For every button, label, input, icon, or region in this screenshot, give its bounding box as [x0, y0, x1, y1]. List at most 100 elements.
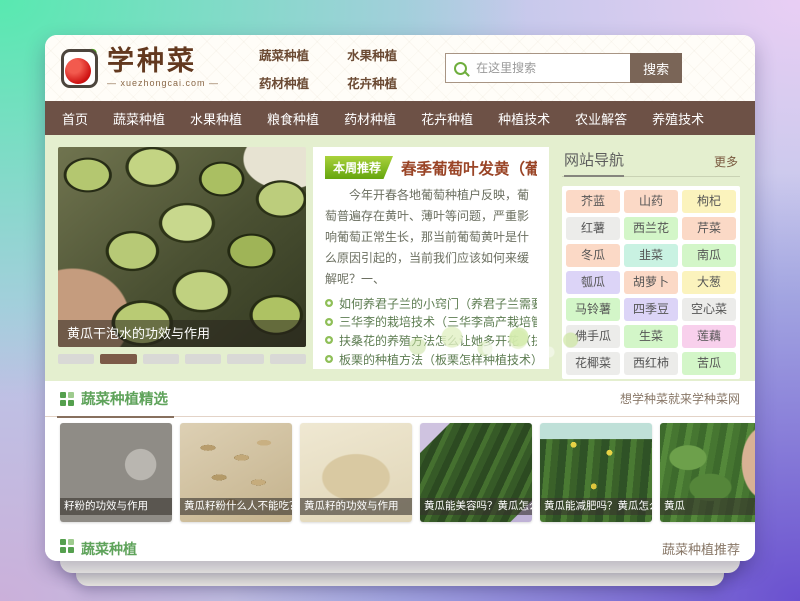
tag-hugua[interactable]: 瓠瓜 [566, 271, 620, 294]
thumb-cucumber-partial[interactable]: 黄瓜 [660, 423, 755, 522]
thumb-caption: 黄瓜籽粉什么人不能吃？黄 [180, 498, 292, 515]
vegetable-tag-grid: 芥蓝 山药 枸杞 红薯 西兰花 芹菜 冬瓜 韭菜 南瓜 瓠瓜 胡萝卜 大葱 马铃… [562, 186, 740, 379]
tag-kugua[interactable]: 苦瓜 [682, 352, 736, 375]
page-background: 学种菜 — xuezhongcai.com — 蔬菜种植 水果种植 药材种植 花… [0, 0, 800, 601]
flower-bullet-icon [325, 355, 333, 363]
nav-item-grain[interactable]: 粮食种植 [267, 109, 319, 128]
nav-item-flower[interactable]: 花卉种植 [421, 109, 473, 128]
nav-item-breeding[interactable]: 养殖技术 [652, 109, 704, 128]
carousel-image-dried-cucumber[interactable]: 黄瓜干泡水的功效与作用 [58, 147, 306, 347]
tag-qincai[interactable]: 芹菜 [682, 217, 736, 240]
carousel-dot-6[interactable] [270, 354, 306, 364]
nav-item-fruit[interactable]: 水果种植 [190, 109, 242, 128]
list-item[interactable]: 扶桑花的养殖方法怎么让她多开花（扶桑花花期怎么 [325, 331, 537, 350]
nav-item-technique[interactable]: 种植技术 [498, 109, 550, 128]
sidebar-header: 网站导航 更多 [562, 149, 740, 177]
thumb-caption: 黄瓜 [660, 498, 755, 515]
picks-section-title: 蔬菜种植精选 [81, 388, 168, 418]
picks-section-header: 蔬菜种植精选 想学种菜就来学种菜网 [45, 381, 755, 417]
article-link[interactable]: 三华李的栽培技术（三华李高产栽培管理技术） [339, 313, 537, 330]
article-link[interactable]: 如何养君子兰的小窍门（养君子兰需要注意什么） [339, 295, 537, 312]
tag-donggua[interactable]: 冬瓜 [566, 244, 620, 267]
quick-link-flower[interactable]: 花卉种植 [347, 73, 397, 92]
featured-article-title[interactable]: 春季葡萄叶发黄（葡萄成熟期 [401, 157, 537, 179]
quick-link-fruit[interactable]: 水果种植 [347, 45, 397, 64]
search-input[interactable] [474, 60, 622, 76]
carousel-dot-1[interactable] [58, 354, 94, 364]
thumb-caption: 黄瓜能减肥吗？黄瓜怎么吃 [540, 498, 652, 515]
flower-bullet-icon [325, 299, 333, 307]
site-header: 学种菜 — xuezhongcai.com — 蔬菜种植 水果种植 药材种植 花… [45, 35, 755, 101]
search-button[interactable]: 搜索 [630, 53, 682, 83]
sidebar-more-link[interactable]: 更多 [714, 153, 738, 176]
tag-huayecai[interactable]: 花椰菜 [566, 352, 620, 375]
grid-icon [60, 392, 74, 406]
tag-hongshu[interactable]: 红薯 [566, 217, 620, 240]
featured-article-header: 本周推荐 春季葡萄叶发黄（葡萄成熟期 [325, 156, 537, 179]
thumb-cucumber-seed-powder[interactable]: 籽粉的功效与作用 [60, 423, 172, 522]
thumb-seed-powder-who-cannot-eat[interactable]: 黄瓜籽粉什么人不能吃？黄 [180, 423, 292, 522]
thumb-cucumber-beauty[interactable]: 黄瓜能美容吗？黄瓜怎么用 [420, 423, 532, 522]
search-box [445, 53, 630, 83]
tag-lianou[interactable]: 莲藕 [682, 325, 736, 348]
main-navbar: 首页 蔬菜种植 水果种植 粮食种植 药材种植 花卉种植 种植技术 农业解答 养殖… [45, 101, 755, 135]
tag-nangua[interactable]: 南瓜 [682, 244, 736, 267]
thumb-cucumber-seed-benefits[interactable]: 黄瓜籽的功效与作用 [300, 423, 412, 522]
site-nav-sidebar: 网站导航 更多 芥蓝 山药 枸杞 红薯 西兰花 芹菜 冬瓜 韭菜 南瓜 瓠瓜 胡… [556, 147, 742, 369]
picks-section-slogan: 想学种菜就来学种菜网 [620, 390, 740, 407]
sidebar-title: 网站导航 [564, 149, 624, 177]
site-domain: — xuezhongcai.com — [107, 79, 219, 88]
quick-link-herb[interactable]: 药材种植 [259, 73, 309, 92]
nav-item-home[interactable]: 首页 [62, 109, 88, 128]
featured-article-excerpt: 今年开春各地葡萄种植户反映，葡萄普遍存在黄叶、薄叶等问题，严重影响葡萄正常生长，… [325, 185, 537, 290]
carousel-dot-2-active[interactable] [100, 354, 136, 364]
thumb-caption: 黄瓜籽的功效与作用 [300, 498, 412, 515]
apple-logo-icon [61, 47, 98, 89]
quick-link-vegetable[interactable]: 蔬菜种植 [259, 45, 309, 64]
article-link[interactable]: 板栗的种植方法（板栗怎样种植技术） [339, 351, 537, 368]
site-name: 学种菜 [107, 48, 219, 75]
apple-icon [65, 58, 91, 84]
tag-malingshu[interactable]: 马铃薯 [566, 298, 620, 321]
nav-item-vegetable[interactable]: 蔬菜种植 [113, 109, 165, 128]
nav-item-herb[interactable]: 药材种植 [344, 109, 396, 128]
tag-jiucai[interactable]: 韭菜 [624, 244, 678, 267]
bottom-section-header: 蔬菜种植 蔬菜种植推荐 [45, 529, 755, 561]
thumb-cucumber-weight-loss[interactable]: 黄瓜能减肥吗？黄瓜怎么吃 [540, 423, 652, 522]
picks-thumbnail-row: 籽粉的功效与作用 黄瓜籽粉什么人不能吃？黄 黄瓜籽的功效与作用 黄瓜能美容吗？黄… [45, 417, 755, 529]
content-area: 黄瓜干泡水的功效与作用 本周推荐 春季葡萄叶发黄（葡萄成熟期 今年开春各地葡萄种… [45, 135, 755, 381]
site-logo[interactable]: 学种菜 — xuezhongcai.com — [61, 47, 219, 89]
tag-jielan[interactable]: 芥蓝 [566, 190, 620, 213]
tag-dacong[interactable]: 大葱 [682, 271, 736, 294]
tag-xihongshi[interactable]: 西红柿 [624, 352, 678, 375]
search-icon [454, 62, 467, 75]
tag-kongxincai[interactable]: 空心菜 [682, 298, 736, 321]
tag-gouqi[interactable]: 枸杞 [682, 190, 736, 213]
list-item[interactable]: 三华李的栽培技术（三华李高产栽培管理技术） [325, 313, 537, 332]
article-link[interactable]: 扶桑花的养殖方法怎么让她多开花（扶桑花花期怎么 [339, 332, 537, 349]
list-item[interactable]: 如何养君子兰的小窍门（养君子兰需要注意什么） [325, 294, 537, 313]
bottom-section-title: 蔬菜种植 [81, 539, 137, 559]
tag-sijidou[interactable]: 四季豆 [624, 298, 678, 321]
carousel-dot-5[interactable] [227, 354, 263, 364]
main-site-card: 学种菜 — xuezhongcai.com — 蔬菜种植 水果种植 药材种植 花… [45, 35, 755, 561]
carousel-dot-3[interactable] [143, 354, 179, 364]
list-item[interactable]: 板栗的种植方法（板栗怎样种植技术） [325, 350, 537, 369]
flower-bullet-icon [325, 318, 333, 326]
weekly-pick-badge: 本周推荐 [325, 156, 393, 179]
tag-foshougua[interactable]: 佛手瓜 [566, 325, 620, 348]
site-title-block: 学种菜 — xuezhongcai.com — [107, 48, 219, 88]
grid-icon [60, 539, 74, 553]
search-area: 搜索 [445, 53, 682, 83]
carousel-pagination [58, 354, 306, 364]
header-quick-links: 蔬菜种植 水果种植 药材种植 花卉种植 [259, 45, 397, 92]
carousel-caption[interactable]: 黄瓜干泡水的功效与作用 [58, 320, 306, 347]
nav-item-qa[interactable]: 农业解答 [575, 109, 627, 128]
tag-shanyao[interactable]: 山药 [624, 190, 678, 213]
list-item[interactable]: 百香果生长快吗（百香果挂果率低是什么原因） [325, 368, 537, 369]
carousel-dot-4[interactable] [185, 354, 221, 364]
bottom-section-recommend: 蔬菜种植推荐 [662, 539, 740, 558]
tag-shengcai[interactable]: 生菜 [624, 325, 678, 348]
tag-huluobo[interactable]: 胡萝卜 [624, 271, 678, 294]
tag-xilanhua[interactable]: 西兰花 [624, 217, 678, 240]
